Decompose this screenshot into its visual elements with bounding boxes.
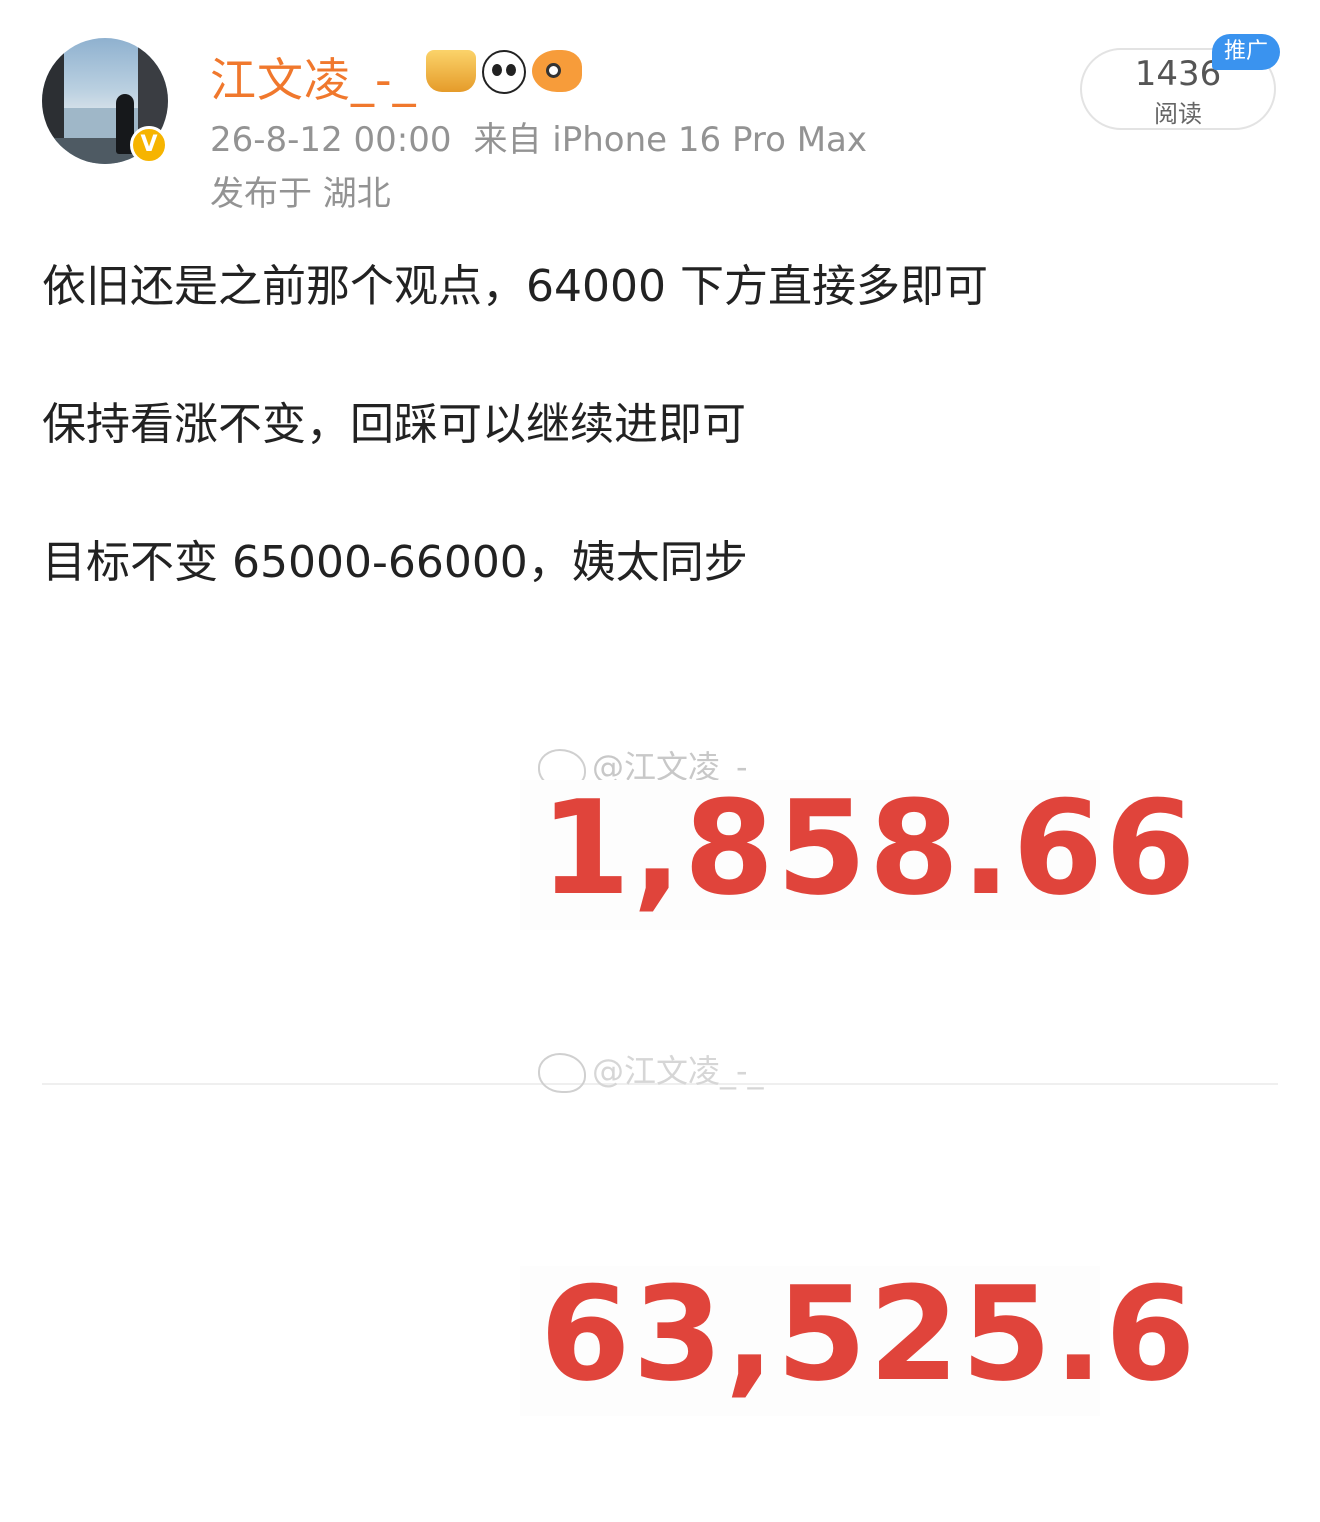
panda-eye (506, 64, 516, 76)
post-text-line: 依旧还是之前那个观点，64000 下方直接多即可 (42, 261, 988, 312)
image-number: 1,858.66 (540, 772, 1198, 924)
panda-badge-icon[interactable] (482, 50, 526, 94)
watermark-text: @江文凌_-_ (592, 1052, 764, 1090)
fish-eye (546, 63, 561, 78)
panda-eye (492, 64, 502, 76)
image-number: 63,525.6 (540, 1258, 1198, 1410)
post-source: 来自 iPhone 16 Pro Max (473, 120, 868, 160)
read-label: 阅读 (1154, 100, 1202, 128)
post-text-line: 保持看涨不变，回踩可以继续进即可 (42, 399, 746, 450)
weibo-logo-icon (538, 1053, 586, 1093)
username[interactable]: 江文凌_-_ (210, 44, 417, 110)
image-watermark: @江文凌_-_ (538, 1046, 764, 1093)
verified-badge-icon: V (130, 126, 168, 164)
post-location: 发布于 湖北 (210, 174, 391, 214)
crown-badge-icon[interactable] (426, 50, 476, 92)
fish-badge-icon[interactable] (532, 50, 582, 92)
promo-badge[interactable]: 推广 (1212, 34, 1280, 70)
post-meta: 26-8-12 00:00 来自 iPhone 16 Pro Max (210, 112, 867, 161)
post-time: 26-8-12 00:00 (210, 120, 452, 160)
user-badges (426, 50, 582, 94)
post-text-line: 目标不变 65000-66000，姨太同步 (42, 537, 748, 588)
